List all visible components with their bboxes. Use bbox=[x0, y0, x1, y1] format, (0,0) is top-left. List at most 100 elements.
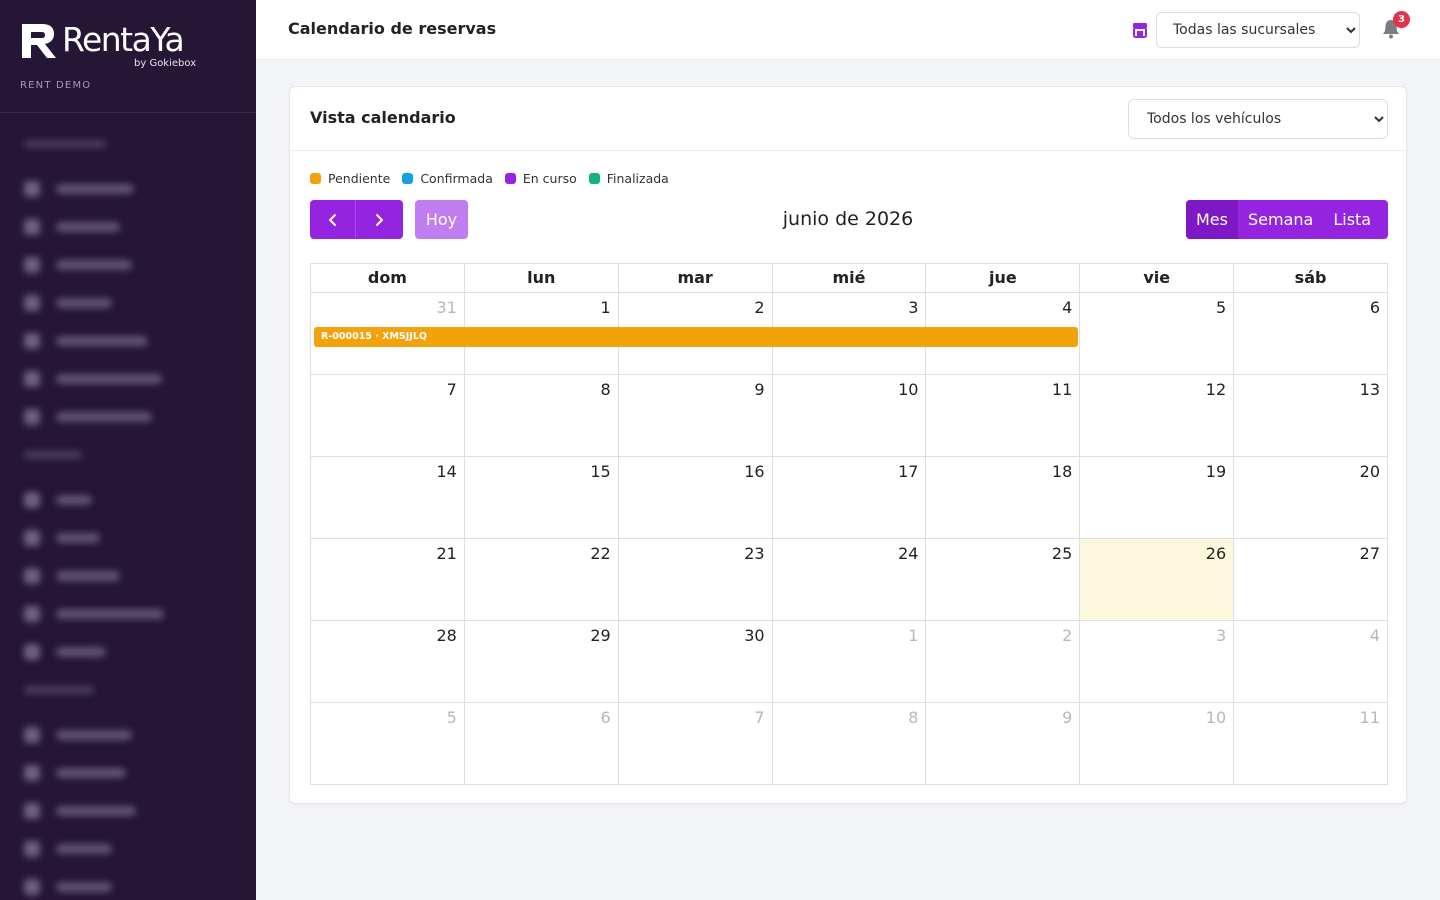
topbar: Calendario de reservas Todas las sucursa… bbox=[256, 0, 1440, 60]
calendar-day-cell[interactable]: 21 bbox=[311, 539, 465, 621]
calendar-day-cell[interactable]: 2 bbox=[926, 621, 1081, 703]
nav-icon bbox=[24, 530, 40, 546]
prev-month-button[interactable] bbox=[310, 200, 356, 239]
calendar-week-row: 21 22 23 24 25 26 27 bbox=[311, 539, 1388, 621]
calendar-day-cell[interactable]: 22 bbox=[464, 539, 619, 621]
calendar-day-cell[interactable]: 10 bbox=[1080, 703, 1235, 785]
calendar-day-cell[interactable]: 17 bbox=[772, 457, 927, 539]
sidebar-section-heading bbox=[24, 451, 256, 469]
logo[interactable]: RentaYa bbox=[20, 20, 256, 60]
day-number: 29 bbox=[590, 626, 611, 645]
calendar-day-cell[interactable]: 10 bbox=[772, 375, 927, 457]
calendar-day-cell[interactable]: 8 bbox=[464, 375, 619, 457]
calendar-day-cell[interactable]: 24 bbox=[772, 539, 927, 621]
card-title: Vista calendario bbox=[310, 108, 456, 127]
sidebar-item[interactable] bbox=[0, 398, 256, 436]
sidebar-item[interactable] bbox=[0, 633, 256, 671]
sidebar-item[interactable] bbox=[0, 481, 256, 519]
sidebar: RentaYa by Gokiebox RENT DEMO bbox=[0, 0, 256, 900]
legend-swatch bbox=[402, 173, 414, 184]
sidebar-item[interactable] bbox=[0, 284, 256, 322]
calendar-day-cell[interactable]: 7 bbox=[311, 375, 465, 457]
day-number: 1 bbox=[600, 298, 611, 317]
branch-select[interactable]: Todas las sucursales bbox=[1156, 12, 1360, 48]
calendar-day-cell[interactable]: 13 bbox=[1234, 375, 1388, 457]
calendar-day-cell[interactable]: 26 bbox=[1080, 539, 1235, 621]
today-button[interactable]: Hoy bbox=[415, 200, 468, 239]
calendar-day-cell[interactable]: 16 bbox=[618, 457, 773, 539]
calendar-day-cell[interactable]: 9 bbox=[926, 703, 1081, 785]
view-month-button[interactable]: Mes bbox=[1186, 200, 1238, 239]
sidebar-item[interactable] bbox=[0, 716, 256, 754]
calendar-day-cell[interactable]: 6 bbox=[1234, 293, 1388, 375]
calendar-day-cell[interactable]: 1 bbox=[772, 621, 927, 703]
calendar-day-cell[interactable]: 27 bbox=[1234, 539, 1388, 621]
notification-badge: 3 bbox=[1393, 11, 1410, 28]
weekday-label: mié bbox=[772, 264, 927, 293]
day-number: 23 bbox=[744, 544, 765, 563]
sidebar-item[interactable] bbox=[0, 595, 256, 633]
sidebar-item[interactable] bbox=[0, 519, 256, 557]
reservation-event[interactable]: R-000015 · XMSJJLQ bbox=[314, 327, 1078, 347]
page-title: Calendario de reservas bbox=[288, 19, 497, 38]
sidebar-item[interactable] bbox=[0, 170, 256, 208]
sidebar-item[interactable] bbox=[0, 246, 256, 284]
brand: RentaYa by Gokiebox RENT DEMO bbox=[0, 0, 256, 113]
calendar-day-cell[interactable]: 8 bbox=[772, 703, 927, 785]
sidebar-item[interactable] bbox=[0, 360, 256, 398]
calendar-day-cell[interactable]: 25 bbox=[926, 539, 1081, 621]
calendar-day-cell[interactable]: 30 bbox=[618, 621, 773, 703]
sidebar-item[interactable] bbox=[0, 830, 256, 868]
calendar-day-cell[interactable]: 7 bbox=[618, 703, 773, 785]
view-list-button[interactable]: Lista bbox=[1323, 200, 1381, 239]
day-number: 8 bbox=[908, 708, 919, 727]
calendar-day-cell[interactable]: 18 bbox=[926, 457, 1081, 539]
calendar-day-cell[interactable]: 20 bbox=[1234, 457, 1388, 539]
sidebar-item[interactable] bbox=[0, 868, 256, 900]
calendar-day-cell[interactable]: 4 bbox=[1234, 621, 1388, 703]
calendar-day-cell[interactable]: 12 bbox=[1080, 375, 1235, 457]
calendar-day-cell[interactable]: 19 bbox=[1080, 457, 1235, 539]
next-month-button[interactable] bbox=[356, 200, 402, 239]
nav-icon bbox=[24, 727, 40, 743]
vehicle-select[interactable]: Todos los vehículos bbox=[1128, 99, 1388, 139]
calendar-day-cell[interactable]: 3 bbox=[1080, 621, 1235, 703]
sidebar-item[interactable] bbox=[0, 792, 256, 830]
weekday-label: vie bbox=[1080, 264, 1235, 293]
sidebar-item[interactable] bbox=[0, 322, 256, 360]
view-week-button[interactable]: Semana bbox=[1238, 200, 1323, 239]
weekday-label: dom bbox=[311, 264, 465, 293]
calendar-day-cell[interactable]: 5 bbox=[311, 703, 465, 785]
calendar-day-cell[interactable]: 15 bbox=[464, 457, 619, 539]
day-number: 2 bbox=[754, 298, 765, 317]
calendar-day-cell[interactable]: 11 bbox=[1234, 703, 1388, 785]
day-number: 22 bbox=[590, 544, 611, 563]
day-number: 7 bbox=[446, 380, 457, 399]
calendar-day-cell[interactable]: 29 bbox=[464, 621, 619, 703]
day-number: 1 bbox=[908, 626, 919, 645]
nav-icon bbox=[24, 841, 40, 857]
sidebar-item[interactable] bbox=[0, 208, 256, 246]
legend-label: Confirmada bbox=[420, 171, 493, 186]
calendar-day-cell[interactable]: 6 bbox=[464, 703, 619, 785]
calendar-day-cell[interactable]: 5 bbox=[1080, 293, 1235, 375]
day-number: 14 bbox=[436, 462, 457, 481]
calendar-day-cell[interactable]: 23 bbox=[618, 539, 773, 621]
day-number: 9 bbox=[754, 380, 765, 399]
calendar-day-cell[interactable]: 14 bbox=[311, 457, 465, 539]
nav-icon bbox=[24, 803, 40, 819]
calendar-day-cell[interactable]: 11 bbox=[926, 375, 1081, 457]
day-number: 6 bbox=[600, 708, 611, 727]
legend-swatch bbox=[588, 173, 600, 184]
calendar-day-cell[interactable]: 9 bbox=[618, 375, 773, 457]
legend-item: Confirmada bbox=[402, 171, 493, 186]
day-number: 24 bbox=[898, 544, 919, 563]
sidebar-item[interactable] bbox=[0, 557, 256, 595]
sidebar-item[interactable] bbox=[0, 754, 256, 792]
day-number: 11 bbox=[1359, 708, 1380, 727]
nav-icon bbox=[24, 371, 40, 387]
day-number: 18 bbox=[1051, 462, 1073, 481]
nav-icon bbox=[24, 409, 40, 425]
calendar-week-row: 14 15 16 17 18 19 20 bbox=[311, 457, 1388, 539]
calendar-day-cell[interactable]: 28 bbox=[311, 621, 465, 703]
